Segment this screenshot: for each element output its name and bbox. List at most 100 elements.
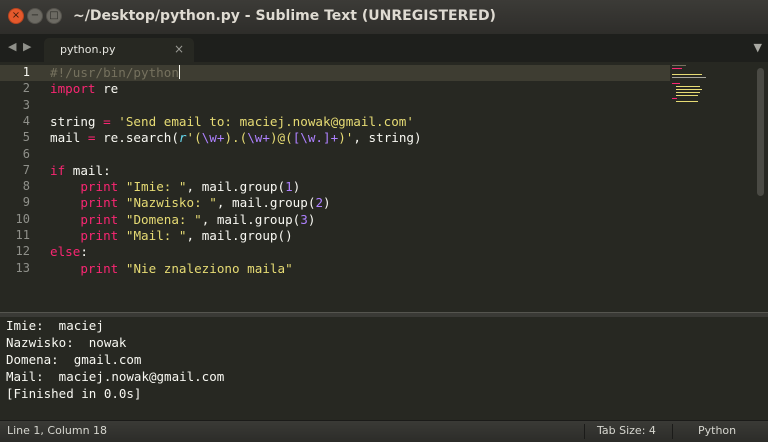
tab-list-dropdown-icon[interactable]: ▼: [754, 41, 762, 54]
code-token: '(: [186, 130, 202, 146]
code-token: print: [80, 260, 119, 276]
minimap[interactable]: [672, 65, 752, 105]
code-token: #!/usr/bin/python: [50, 65, 179, 80]
code-token: , mail.group(: [201, 211, 301, 227]
line-number: 8: [22, 179, 30, 194]
build-output-panel: Imie: maciej Nazwisko: nowak Domena: gma…: [0, 317, 768, 416]
line-number: 9: [22, 195, 30, 210]
text-cursor: [178, 65, 180, 79]
code-token: , mail.group(: [186, 179, 286, 195]
code-token: import: [50, 81, 96, 97]
code-line[interactable]: print "Imie: ", mail.group(1): [50, 179, 300, 195]
status-separator: [672, 424, 673, 439]
code-token: =: [87, 130, 96, 146]
code-token: ): [292, 179, 301, 195]
code-token: , mail.group(): [186, 228, 293, 243]
window-title: ~/Desktop/python.py - Sublime Text (UNRE…: [73, 8, 496, 24]
line-number: 13: [15, 260, 30, 275]
code-token: ): [307, 211, 316, 227]
code-editor[interactable]: 1 2 3 4 5 6 7 8 9 10 11 12 13 #!/usr/bin/python impor…: [0, 62, 768, 312]
code-token: , mail.group(: [216, 195, 316, 211]
editor-scrollbar-thumb[interactable]: [757, 68, 764, 196]
window-minimize-button[interactable]: −: [27, 8, 43, 24]
tab-back-arrow-icon[interactable]: ◀: [8, 40, 16, 53]
output-line: Nazwisko: nowak: [6, 335, 127, 350]
code-token: "Nazwisko: ": [125, 195, 217, 211]
code-token: r: [178, 130, 187, 146]
code-line[interactable]: string = 'Send email to: maciej.nowak@gm…: [50, 114, 414, 130]
code-token: ).(: [224, 130, 248, 146]
code-token: print: [80, 195, 119, 211]
line-number: 2: [22, 81, 30, 96]
code-line[interactable]: if mail:: [50, 163, 111, 179]
code-token: \w+: [247, 130, 270, 146]
code-token: print: [80, 179, 119, 195]
code-token: re: [95, 81, 119, 97]
line-number: 12: [15, 244, 30, 259]
code-token: , string): [353, 130, 422, 146]
code-line[interactable]: import re: [50, 81, 118, 97]
code-token: re.search(: [95, 130, 179, 146]
code-token: "Domena: ": [125, 211, 202, 227]
code-token: "Mail: ": [125, 228, 187, 243]
syntax-selector[interactable]: Python: [698, 424, 736, 437]
cursor-position: Line 1, Column 18: [7, 424, 108, 437]
output-line: [Finished in 0.0s]: [6, 386, 142, 401]
code-token: "Nie znaleziono maila": [125, 260, 293, 276]
code-token: =: [103, 113, 111, 129]
code-token: mail: [50, 130, 88, 146]
code-line[interactable]: else:: [50, 244, 88, 260]
tab-close-icon[interactable]: ×: [174, 42, 184, 56]
code-token: if: [50, 162, 66, 178]
status-bar: Line 1, Column 18 Tab Size: 4 Python: [0, 420, 768, 442]
editor-scrollbar[interactable]: [754, 62, 768, 312]
window-maximize-button[interactable]: □: [46, 8, 62, 24]
tab-size-selector[interactable]: Tab Size: 4: [597, 424, 656, 437]
window-close-button[interactable]: ×: [8, 8, 24, 24]
code-token: 'Send email to: maciej.nowak@gmail.com': [118, 113, 414, 129]
output-line: Domena: gmail.com: [6, 352, 142, 367]
code-token: 3: [300, 211, 308, 227]
code-token: 2: [315, 195, 324, 211]
line-number: 11: [15, 228, 30, 242]
line-number: 3: [22, 97, 30, 112]
code-token: )@(: [269, 130, 293, 146]
code-token: [\w.]+: [292, 130, 339, 146]
line-number: 5: [22, 130, 30, 145]
line-number-gutter: 1 2 3 4 5 6 7 8 9 10 11 12 13: [0, 62, 38, 312]
line-number: 1: [22, 65, 30, 79]
tab-bar: ◀ ▶ python.py × ▼: [0, 34, 768, 62]
code-token: else: [50, 244, 81, 260]
code-token: print: [80, 211, 119, 227]
code-token: )': [338, 130, 354, 146]
code-token: ): [323, 195, 331, 211]
line-number: 7: [22, 162, 30, 177]
code-token: string: [50, 113, 104, 129]
code-token: "Imie: ": [125, 179, 187, 195]
code-line[interactable]: mail = re.search(r'(\w+).(\w+)@([\w.]+)'…: [50, 130, 422, 146]
code-token: print: [80, 228, 119, 243]
tab-python-py[interactable]: python.py ×: [44, 38, 194, 62]
code-line[interactable]: #!/usr/bin/python: [50, 65, 180, 81]
code-line[interactable]: print "Nazwisko: ", mail.group(2): [50, 195, 331, 211]
code-token: :: [80, 244, 88, 260]
status-separator: [584, 424, 585, 439]
output-line: Mail: maciej.nowak@gmail.com: [6, 369, 225, 384]
tab-label: python.py: [60, 43, 116, 56]
code-line[interactable]: print "Nie znaleziono maila": [50, 260, 293, 277]
line-number: 10: [15, 211, 30, 226]
code-line[interactable]: print "Domena: ", mail.group(3): [50, 212, 315, 228]
code-line[interactable]: print "Mail: ", mail.group(): [50, 228, 293, 244]
code-token: mail:: [65, 162, 111, 178]
tab-forward-arrow-icon[interactable]: ▶: [23, 40, 31, 53]
line-number: 6: [22, 146, 30, 161]
